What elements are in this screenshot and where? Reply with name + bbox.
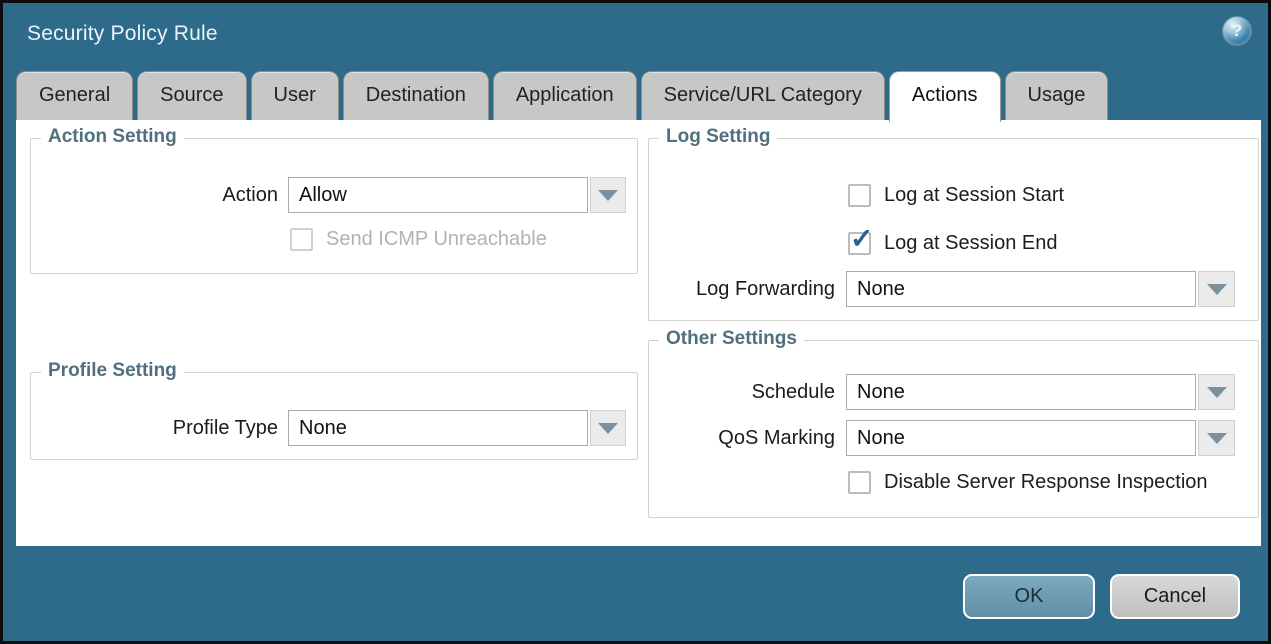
chevron-down-icon xyxy=(1207,387,1227,398)
chevron-down-icon xyxy=(1207,433,1227,444)
tab-source[interactable]: Source xyxy=(137,71,246,120)
tab-bar: General Source User Destination Applicat… xyxy=(16,71,1108,120)
tab-user[interactable]: User xyxy=(251,71,339,120)
action-setting-legend: Action Setting xyxy=(41,126,184,148)
tab-usage[interactable]: Usage xyxy=(1005,71,1109,120)
tab-service-url-category[interactable]: Service/URL Category xyxy=(641,71,885,120)
cancel-button[interactable]: Cancel xyxy=(1110,574,1240,619)
send-icmp-unreachable-checkbox xyxy=(290,228,313,251)
actions-tab-panel: Action Setting Action Allow Send ICMP Un… xyxy=(16,120,1261,546)
profile-setting-legend: Profile Setting xyxy=(41,360,184,382)
check-icon: ✓ xyxy=(850,225,873,253)
dialog-title: Security Policy Rule xyxy=(27,22,218,46)
log-session-start-row: Log at Session Start xyxy=(848,184,1064,207)
schedule-dropdown-value[interactable]: None xyxy=(846,374,1196,410)
log-forwarding-dropdown-value[interactable]: None xyxy=(846,271,1196,307)
tab-destination[interactable]: Destination xyxy=(343,71,489,120)
log-session-end-row: ✓ Log at Session End xyxy=(848,232,1057,255)
log-forwarding-label: Log Forwarding xyxy=(516,271,835,307)
chevron-down-icon xyxy=(598,190,618,201)
security-policy-rule-dialog: Security Policy Rule ? General Source Us… xyxy=(0,0,1271,644)
tab-actions[interactable]: Actions xyxy=(889,71,1001,122)
action-label: Action xyxy=(16,177,278,213)
log-session-start-checkbox[interactable] xyxy=(848,184,871,207)
log-session-start-label: Log at Session Start xyxy=(884,184,1064,207)
schedule-label: Schedule xyxy=(516,374,835,410)
action-dropdown-button[interactable] xyxy=(590,177,626,213)
log-setting-legend: Log Setting xyxy=(659,126,777,148)
profile-type-label: Profile Type xyxy=(16,410,278,446)
other-settings-legend: Other Settings xyxy=(659,328,804,350)
schedule-dropdown-button[interactable] xyxy=(1198,374,1235,410)
ok-button[interactable]: OK xyxy=(963,574,1095,619)
chevron-down-icon xyxy=(1207,284,1227,295)
action-dropdown-value[interactable]: Allow xyxy=(288,177,588,213)
tab-application[interactable]: Application xyxy=(493,71,637,120)
qos-marking-label: QoS Marking xyxy=(516,420,835,456)
qos-marking-dropdown-button[interactable] xyxy=(1198,420,1235,456)
log-forwarding-dropdown[interactable]: None xyxy=(846,271,1235,307)
dsri-label: Disable Server Response Inspection xyxy=(884,471,1208,494)
log-forwarding-dropdown-button[interactable] xyxy=(1198,271,1235,307)
log-session-end-checkbox[interactable]: ✓ xyxy=(848,232,871,255)
send-icmp-unreachable-row: Send ICMP Unreachable xyxy=(290,228,547,251)
qos-marking-dropdown-value[interactable]: None xyxy=(846,420,1196,456)
help-icon[interactable]: ? xyxy=(1223,17,1251,45)
qos-marking-dropdown[interactable]: None xyxy=(846,420,1235,456)
tab-general[interactable]: General xyxy=(16,71,133,120)
log-session-end-label: Log at Session End xyxy=(884,232,1057,255)
action-dropdown[interactable]: Allow xyxy=(288,177,626,213)
dsri-row: Disable Server Response Inspection xyxy=(848,471,1208,494)
send-icmp-unreachable-label: Send ICMP Unreachable xyxy=(326,228,547,251)
dsri-checkbox[interactable] xyxy=(848,471,871,494)
schedule-dropdown[interactable]: None xyxy=(846,374,1235,410)
